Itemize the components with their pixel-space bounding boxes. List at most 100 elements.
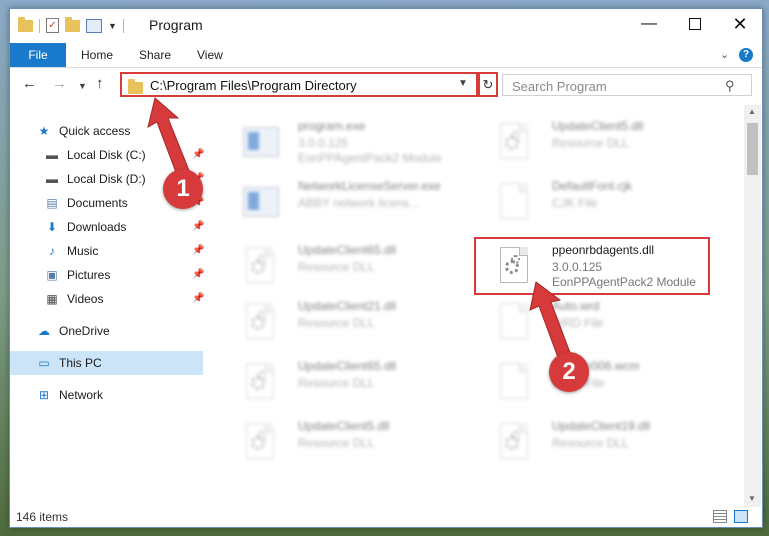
close-button[interactable]: ✕ (717, 9, 763, 39)
sidebar-item[interactable]: ▬ Local Disk (C:) 📌 (10, 143, 204, 167)
sidebar-item[interactable]: ♪ Music 📌 (10, 239, 204, 263)
file-icon (496, 183, 532, 225)
file-item[interactable]: SndScr006.wcmWCM File (474, 357, 710, 413)
file-name: UpdateClient65.dll (298, 243, 397, 257)
network-icon: ⊞ (38, 388, 50, 402)
pin-icon[interactable]: 📌 (192, 245, 204, 256)
tab-share[interactable]: Share (139, 43, 171, 67)
file-name: UpdateClient21.dll (298, 299, 397, 313)
file-item[interactable]: UpdateClient65.dll Resource DLL (220, 357, 456, 413)
recent-locations-chevron-icon[interactable]: ▼ (78, 81, 87, 91)
sidebar-item-label: This PC (59, 356, 102, 370)
file-name: DefaultFont.cjk (552, 179, 633, 193)
drive-icon: ▬ (46, 172, 58, 186)
pin-icon[interactable]: 📌 (192, 293, 204, 304)
file-name: UpdateClient5.dll (298, 419, 390, 433)
documents-icon: ▤ (46, 196, 58, 210)
search-input[interactable]: Search Program ⚲ (502, 74, 752, 96)
file-item[interactable]: NetworkLicenseServer.exe ABBY network lic… (220, 177, 456, 233)
tab-view[interactable]: View (197, 43, 223, 67)
file-type: Resource DLL (298, 436, 375, 450)
customize-toolbar-chevron-icon[interactable]: ▼ (108, 21, 117, 31)
file-item[interactable]: ppeonrbdagents.dll 3.0.0.125 EonPPAgentPac… (474, 241, 710, 297)
file-explorer-window: ✓ ▼ Program — ✕ File Home Share View ⌄ ?… (9, 8, 763, 528)
sidebar-item[interactable]: ☁ OneDrive (10, 319, 203, 343)
file-item[interactable]: UpdateClient5.dll Resource DLL (474, 117, 710, 173)
file-item[interactable]: UpdateClient5.dll Resource DLL (220, 417, 456, 473)
file-type: Resource DLL (552, 436, 629, 450)
status-bar: 146 items (10, 507, 762, 527)
file-item[interactable]: UpdateClient65.dll Resource DLL (220, 241, 456, 297)
sidebar-item[interactable]: ⊞ Network (10, 383, 203, 407)
exe-icon (242, 183, 279, 225)
details-view-icon[interactable] (713, 510, 727, 523)
item-count: 146 items (16, 510, 69, 524)
file-item[interactable]: UpdateClient19.dll Resource DLL (474, 417, 710, 473)
dll-icon (242, 423, 278, 465)
forward-arrow-icon[interactable]: → (52, 75, 67, 92)
file-type: Resource DLL (298, 316, 375, 330)
sidebar-item[interactable]: ▣ Pictures 📌 (10, 263, 204, 287)
file-name: NetworkLicenseServer.exe (298, 179, 441, 193)
address-dropdown-chevron-icon[interactable]: ▼ (458, 78, 468, 89)
file-type: CJK File (552, 196, 598, 210)
window-title: Program (149, 17, 203, 33)
file-item[interactable]: Auto.wrd WRD File (474, 297, 710, 353)
dll-icon (496, 247, 532, 289)
file-type: ABBY network licens... (298, 196, 420, 210)
drive-icon: ▬ (46, 148, 58, 162)
file-icon (496, 363, 532, 405)
minimize-button[interactable]: — (626, 9, 672, 39)
back-arrow-icon[interactable]: ← (22, 75, 37, 92)
large-icons-view-icon[interactable] (734, 510, 748, 523)
music-icon: ♪ (49, 244, 55, 258)
folder-icon (128, 79, 143, 94)
pin-icon[interactable]: 📌 (192, 221, 204, 232)
properties-icon[interactable] (86, 18, 102, 33)
file-type: 3.0.0.125 (298, 136, 349, 150)
file-item[interactable]: program.exe 3.0.0.125 EonPPAgentPack2 Modu… (220, 117, 456, 173)
sidebar-item-label: Quick access (59, 124, 131, 138)
file-item[interactable]: DefaultFont.cjk CJK File (474, 177, 710, 233)
file-type: WRD File (552, 316, 604, 330)
vertical-scrollbar[interactable]: ▲ ▼ (744, 105, 761, 507)
file-name: ppeonrbdagents.dll (552, 243, 655, 257)
search-icon[interactable]: ⚲ (725, 78, 735, 94)
refresh-icon: ↻ (482, 77, 494, 92)
file-item[interactable]: UpdateClient21.dll Resource DLL (220, 297, 456, 353)
scroll-down-arrow-icon[interactable]: ▼ (748, 494, 756, 503)
new-folder-icon[interactable] (65, 16, 80, 32)
sidebar-item-label: Documents (67, 196, 128, 210)
sidebar-item[interactable]: ▭ This PC (10, 351, 203, 375)
step-1-badge: 1 (163, 169, 203, 209)
quick-access-toolbar: ✓ ▼ (18, 16, 124, 33)
help-icon[interactable]: ? (739, 48, 753, 62)
refresh-button[interactable]: ↻ (478, 72, 498, 97)
scroll-up-arrow-icon[interactable]: ▲ (748, 107, 756, 116)
address-path[interactable]: C:\Program Files\Program Directory (150, 78, 357, 93)
scrollbar-thumb[interactable] (747, 123, 758, 175)
sidebar-item-label: Pictures (67, 268, 111, 282)
address-bar[interactable]: C:\Program Files\Program Directory ▼ (120, 72, 478, 97)
sidebar-item[interactable]: ▦ Videos 📌 (10, 287, 204, 311)
file-type: Resource DLL (552, 136, 629, 150)
computer-icon: ▭ (38, 356, 50, 370)
sidebar-item[interactable]: ★ Quick access (10, 119, 203, 143)
tab-file[interactable]: File (10, 43, 66, 67)
toolbar-separator (122, 18, 124, 33)
file-name: UpdateClient65.dll (298, 359, 397, 373)
sidebar-item-label: OneDrive (59, 324, 110, 338)
maximize-button[interactable] (672, 9, 718, 39)
file-name: UpdateClient5.dll (552, 119, 644, 133)
tab-home[interactable]: Home (81, 43, 113, 67)
pin-icon[interactable]: 📌 (192, 149, 204, 160)
file-description: EonPPAgentPack2 Module (298, 151, 442, 165)
sidebar-item-label: Local Disk (C:) (67, 148, 146, 162)
expand-ribbon-chevron-icon[interactable]: ⌄ (720, 48, 729, 61)
sidebar-item[interactable]: ⬇ Downloads 📌 (10, 215, 204, 239)
pin-icon[interactable]: 📌 (192, 269, 204, 280)
properties-check-icon[interactable]: ✓ (46, 18, 59, 33)
up-arrow-icon[interactable]: ↑ (96, 75, 104, 92)
dll-icon (242, 303, 278, 345)
sidebar-item-label: Network (59, 388, 104, 402)
